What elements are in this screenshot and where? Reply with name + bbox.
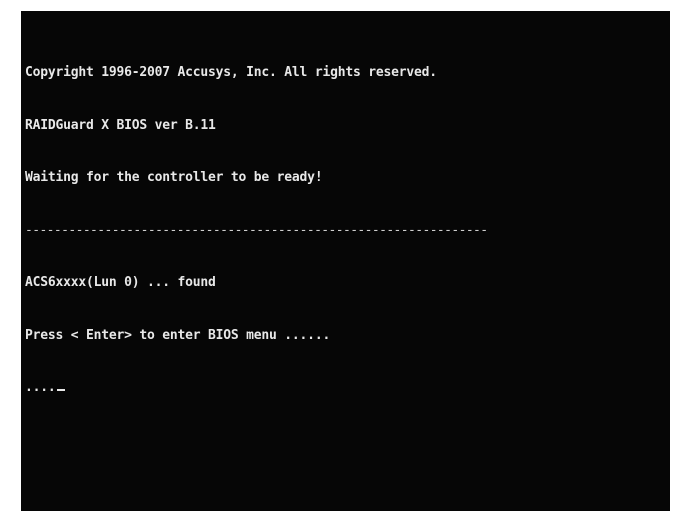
progress-line: .... bbox=[25, 379, 488, 397]
bios-version-line: RAIDGuard X BIOS ver B.11 bbox=[25, 117, 216, 133]
bios-screen: Copyright 1996-2007 Accusys, Inc. All ri… bbox=[21, 11, 670, 511]
waiting-message-line: Waiting for the controller to be ready! bbox=[25, 170, 323, 185]
device-found-line: ACS6xxxx(Lun 0) ... found bbox=[25, 275, 216, 290]
bios-console-output: Copyright 1996-2007 Accusys, Inc. All ri… bbox=[25, 29, 488, 432]
divider-line: ----------------------------------------… bbox=[25, 222, 488, 238]
enter-bios-prompt-line: Press < Enter> to enter BIOS menu ...... bbox=[25, 327, 331, 343]
copyright-line: Copyright 1996-2007 Accusys, Inc. All ri… bbox=[25, 65, 437, 80]
progress-dots: .... bbox=[25, 380, 56, 395]
text-cursor bbox=[56, 389, 65, 391]
